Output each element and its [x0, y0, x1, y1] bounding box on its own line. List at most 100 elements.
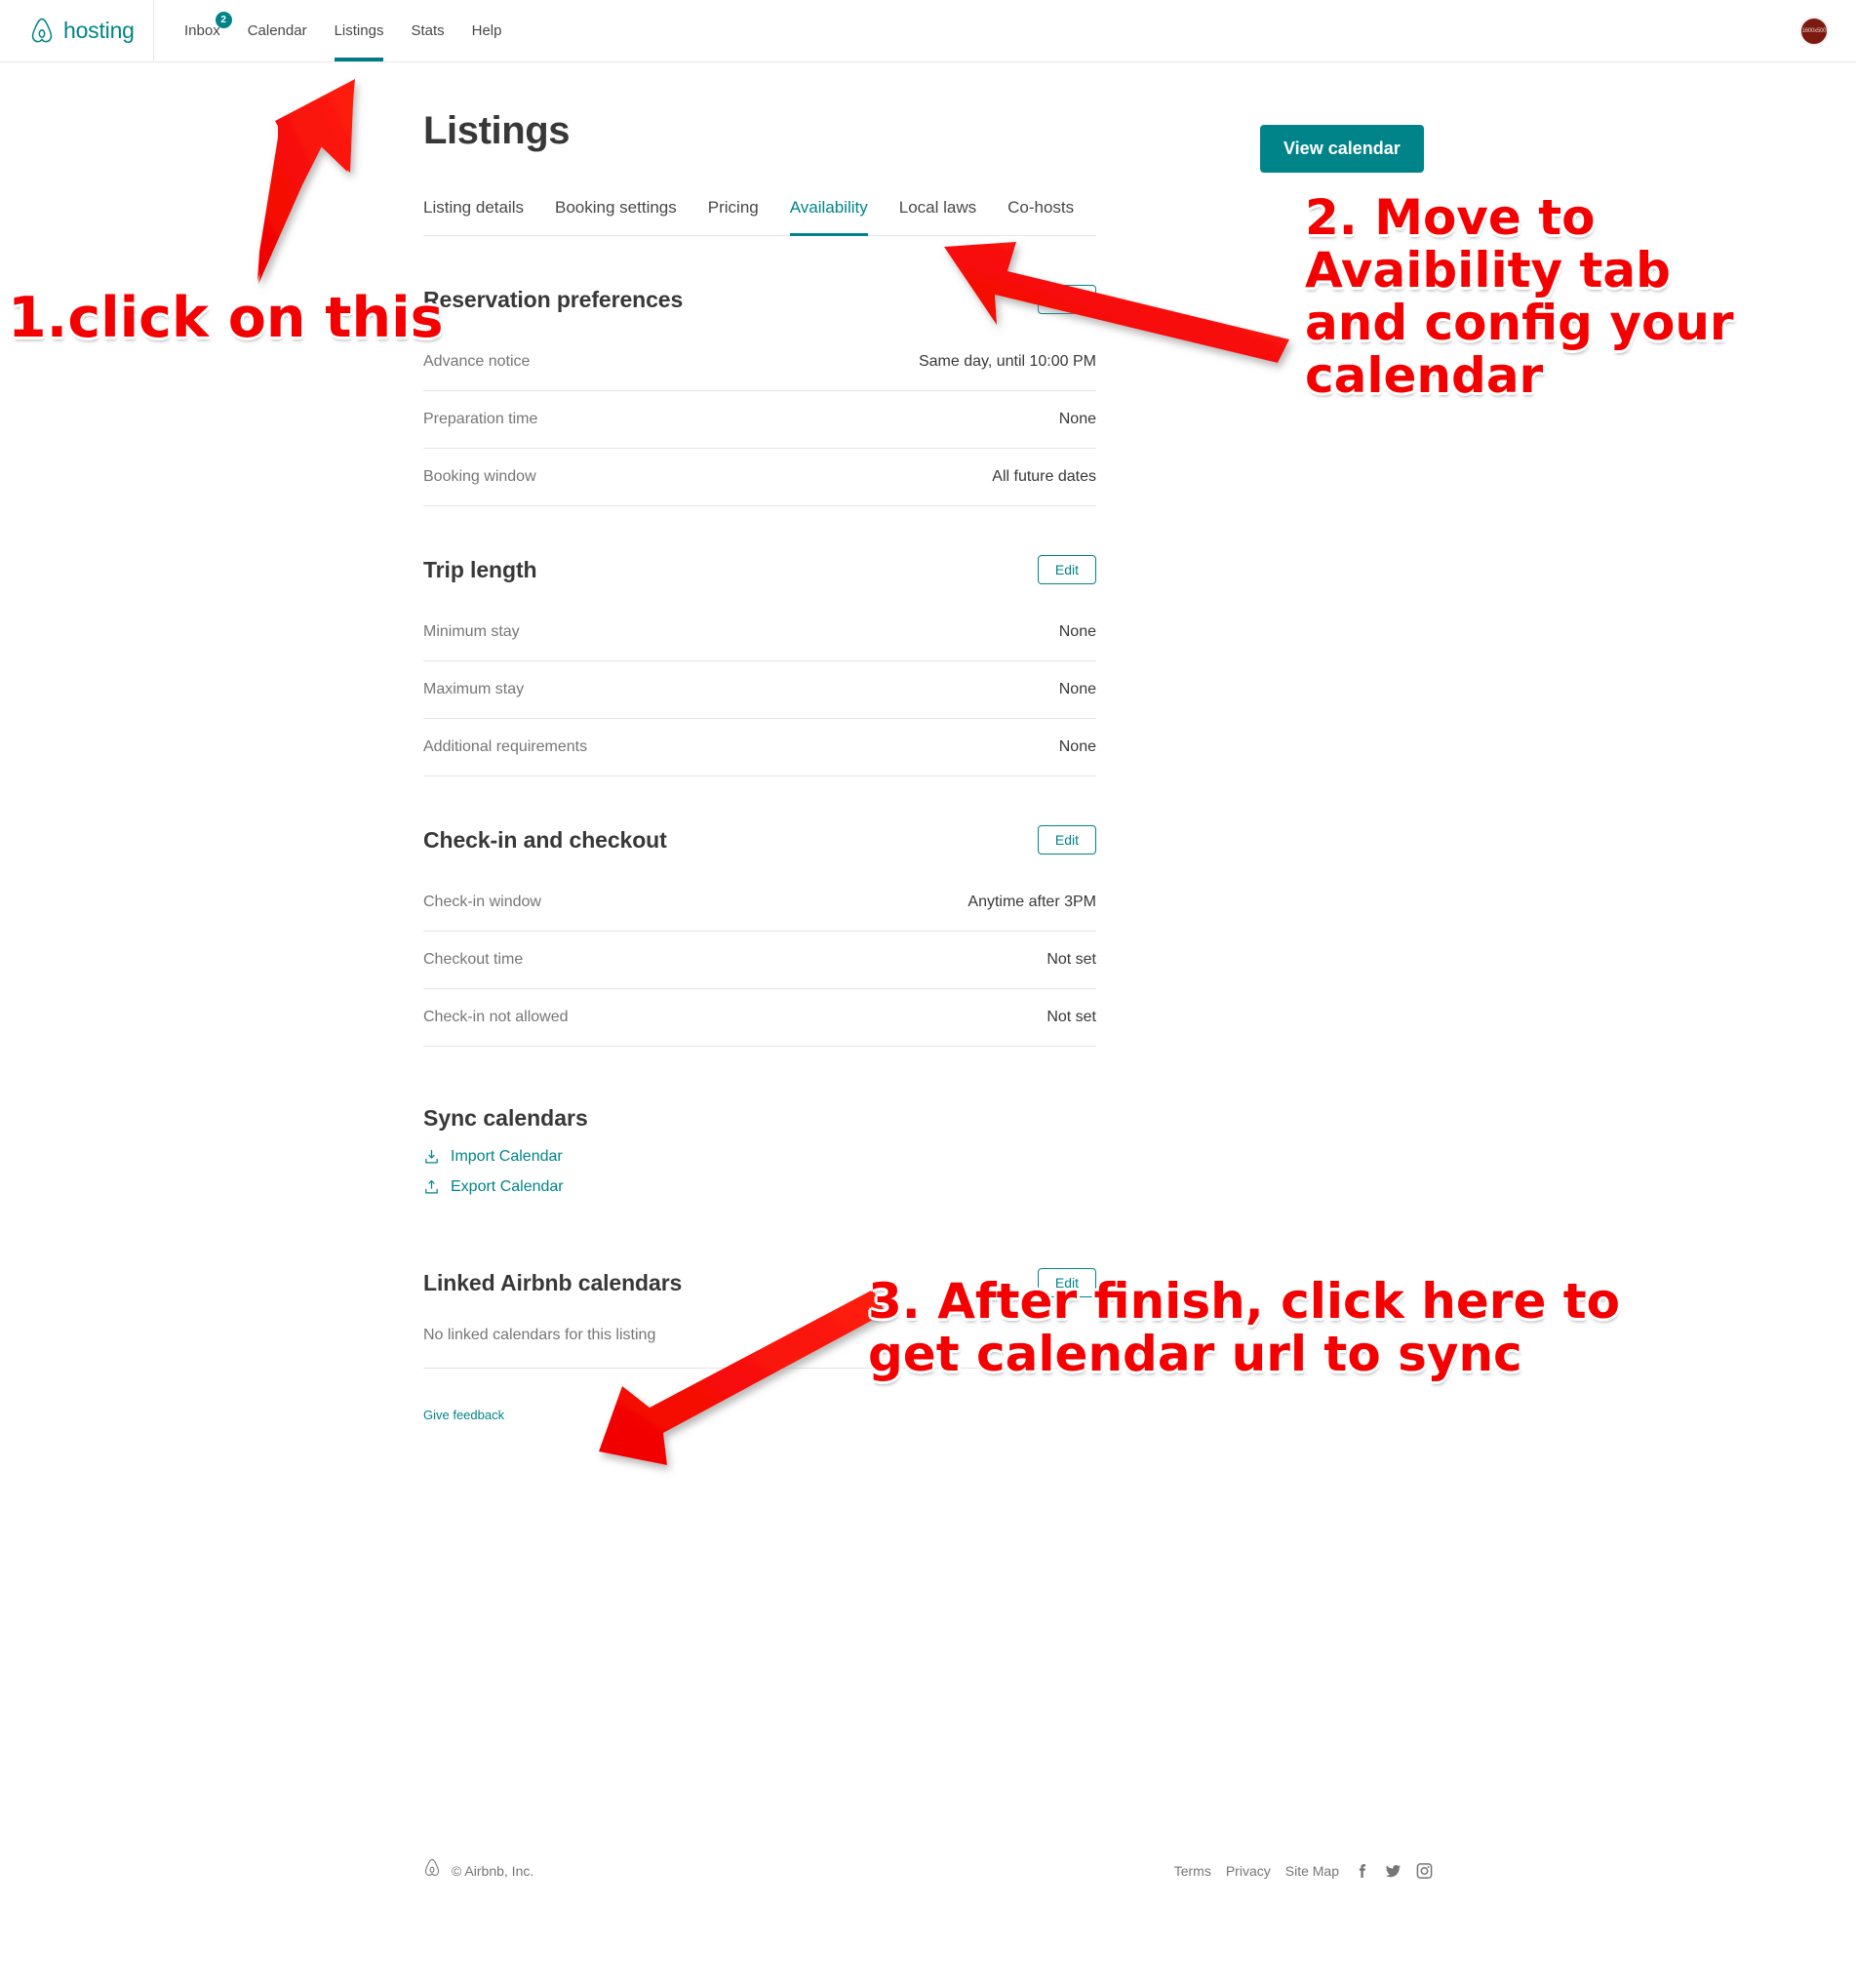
top-navigation-bar: hosting Inbox 2 Calendar Listings Stats … [0, 0, 1856, 62]
section-header: Linked Airbnb calendars Edit [423, 1266, 1096, 1299]
main-content: Listings Listing details Booking setting… [423, 62, 1096, 1424]
table-row: Check-in window Anytime after 3PM [423, 874, 1096, 932]
row-value: Same day, until 10:00 PM [918, 353, 1096, 370]
section-rows: Check-in window Anytime after 3PM Checko… [423, 874, 1096, 1047]
view-calendar-button[interactable]: View calendar [1260, 125, 1424, 173]
annotation-arrow-1 [257, 79, 355, 284]
row-value: None [1058, 681, 1096, 697]
nav-item-stats[interactable]: Stats [397, 0, 457, 61]
row-label: Booking window [423, 468, 536, 485]
nav-item-label: Calendar [247, 22, 307, 39]
section-header: Reservation preferences Edit [423, 283, 1096, 316]
listing-tabs: Listing details Booking settings Pricing… [423, 198, 1096, 236]
facebook-icon[interactable] [1354, 1862, 1370, 1880]
edit-checkin-checkout-button[interactable]: Edit [1037, 825, 1096, 855]
import-calendar-label: Import Calendar [451, 1148, 563, 1165]
tab-label: Availability [789, 198, 868, 217]
section-linked-calendars: Linked Airbnb calendars Edit No linked c… [423, 1266, 1096, 1424]
nav-item-label: Listings [334, 22, 384, 39]
row-value: Not set [1046, 951, 1096, 968]
export-calendar-label: Export Calendar [451, 1178, 564, 1195]
avatar[interactable]: 1600x500 [1799, 17, 1829, 46]
nav-item-inbox[interactable]: Inbox 2 [171, 0, 234, 61]
twitter-icon[interactable] [1385, 1862, 1402, 1880]
airbnb-belo-icon [29, 18, 55, 45]
tab-co-hosts[interactable]: Co-hosts [1007, 198, 1074, 235]
row-label: Additional requirements [423, 738, 588, 755]
table-row: Additional requirements None [423, 719, 1096, 776]
export-calendar-link[interactable]: Export Calendar [423, 1178, 564, 1196]
linked-calendars-empty-text: No linked calendars for this listing [423, 1299, 1096, 1369]
inbox-unread-badge: 2 [215, 12, 232, 28]
tab-pricing[interactable]: Pricing [708, 198, 759, 235]
table-row: Advance notice Same day, until 10:00 PM [423, 334, 1096, 391]
nav-item-help[interactable]: Help [458, 0, 516, 61]
row-label: Maximum stay [423, 681, 525, 697]
nav-item-label: Help [471, 22, 502, 39]
annotation-text-2: 2. Move to Avaibility tab and config you… [1305, 189, 1734, 404]
row-label: Checkout time [423, 951, 524, 968]
row-value: None [1058, 623, 1096, 640]
section-trip-length: Trip length Edit Minimum stay None Maxim… [423, 553, 1096, 776]
avatar-label: 1600x500 [1801, 28, 1827, 34]
row-label: Preparation time [423, 411, 538, 427]
section-reservation-preferences: Reservation preferences Edit Advance not… [423, 283, 1096, 506]
tab-label: Local laws [898, 198, 977, 217]
export-tray-icon [423, 1178, 440, 1196]
section-title: Sync calendars [423, 1105, 588, 1131]
section-rows: Advance notice Same day, until 10:00 PM … [423, 334, 1096, 506]
annotation-text-1: 1.click on this [8, 286, 444, 350]
row-value: All future dates [992, 468, 1096, 485]
footer-link-site-map[interactable]: Site Map [1285, 1863, 1339, 1879]
footer-copyright: © Airbnb, Inc. [452, 1862, 534, 1879]
row-label: Minimum stay [423, 623, 520, 640]
tab-label: Listing details [423, 198, 525, 217]
instagram-icon[interactable] [1416, 1862, 1433, 1880]
import-calendar-link[interactable]: Import Calendar [423, 1148, 563, 1166]
tab-booking-settings[interactable]: Booking settings [555, 198, 677, 235]
page-root: hosting Inbox 2 Calendar Listings Stats … [0, 0, 1856, 1988]
nav-item-label: Inbox [184, 22, 220, 39]
row-label: Advance notice [423, 353, 531, 370]
page-title: Listings [423, 109, 571, 152]
section-checkin-checkout: Check-in and checkout Edit Check-in wind… [423, 823, 1096, 1047]
row-value: None [1058, 738, 1096, 755]
table-row: Checkout time Not set [423, 932, 1096, 989]
tab-listing-details[interactable]: Listing details [423, 198, 524, 235]
import-tray-icon [423, 1148, 440, 1166]
edit-reservation-preferences-button[interactable]: Edit [1037, 285, 1096, 314]
brand-label: hosting [63, 18, 135, 43]
footer-link-terms[interactable]: Terms [1174, 1863, 1211, 1879]
tab-availability[interactable]: Availability [789, 198, 868, 236]
table-row: Maximum stay None [423, 661, 1096, 719]
table-row: Booking window All future dates [423, 449, 1096, 506]
tab-label: Booking settings [555, 198, 677, 217]
nav-item-calendar[interactable]: Calendar [234, 0, 321, 61]
footer-left: © Airbnb, Inc. [423, 1858, 533, 1883]
footer-right: Terms Privacy Site Map [1174, 1862, 1433, 1880]
row-label: Check-in not allowed [423, 1009, 569, 1025]
edit-trip-length-button[interactable]: Edit [1037, 555, 1096, 584]
table-row: Check-in not allowed Not set [423, 989, 1096, 1047]
tab-local-laws[interactable]: Local laws [899, 198, 976, 235]
footer-link-privacy[interactable]: Privacy [1226, 1863, 1271, 1879]
airbnb-belo-icon [423, 1858, 441, 1883]
section-header: Trip length Edit [423, 553, 1096, 586]
tab-label: Pricing [707, 198, 759, 217]
table-row: Preparation time None [423, 391, 1096, 449]
nav-item-listings[interactable]: Listings [321, 0, 398, 61]
brand-logo-area[interactable]: hosting [0, 0, 154, 61]
section-title: Trip length [423, 556, 537, 582]
section-title: Check-in and checkout [423, 826, 667, 853]
nav-item-label: Stats [411, 22, 445, 39]
give-feedback-link[interactable]: Give feedback [423, 1408, 504, 1422]
section-rows: Minimum stay None Maximum stay None Addi… [423, 604, 1096, 776]
section-sync-calendars: Sync calendars Import Calendar Export Ca… [423, 1105, 1096, 1196]
section-header: Check-in and checkout Edit [423, 823, 1096, 856]
page-footer: © Airbnb, Inc. Terms Privacy Site Map [423, 1858, 1433, 1883]
section-title: Reservation preferences [423, 286, 684, 312]
row-value: Anytime after 3PM [967, 894, 1096, 910]
edit-linked-calendars-button[interactable]: Edit [1037, 1268, 1096, 1297]
table-row: Minimum stay None [423, 604, 1096, 661]
section-title: Linked Airbnb calendars [423, 1269, 683, 1295]
